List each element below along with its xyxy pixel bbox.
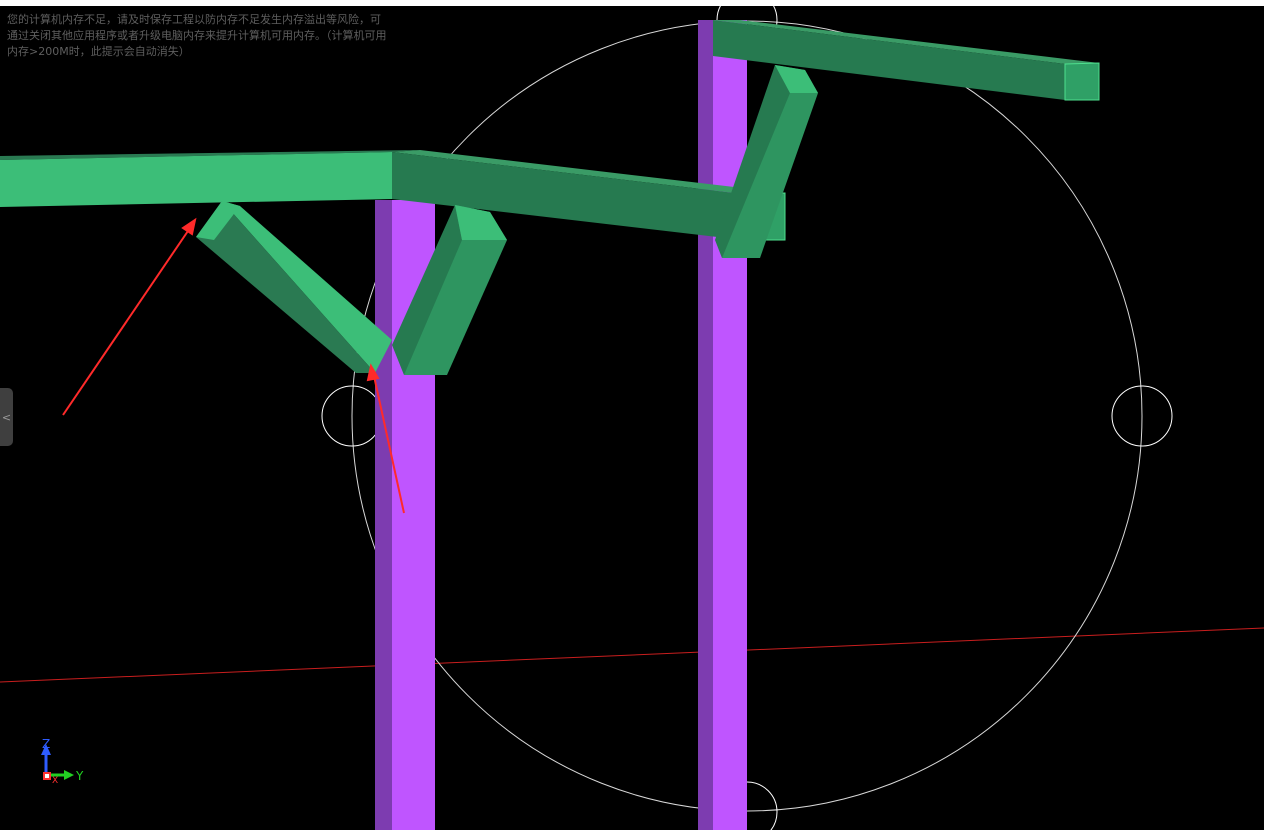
- memory-warning-notice: 您的计算机内存不足，请及时保存工程以防内存不足发生内存溢出等风险，可通过关闭其他…: [7, 13, 387, 58]
- brace-left-diagonal[interactable]: [196, 201, 392, 373]
- annotation-arrow-upper: [62, 217, 197, 416]
- beam-left[interactable]: [0, 150, 420, 207]
- side-panel-toggle[interactable]: <: [0, 388, 13, 446]
- column-right[interactable]: [698, 20, 747, 830]
- axis-z-label: Z: [42, 737, 50, 751]
- chevron-left-icon: <: [1, 410, 12, 424]
- 3d-viewport[interactable]: Z Y X: [0, 6, 1264, 830]
- axis-triad: Z Y X: [41, 737, 84, 786]
- axis-x-label: X: [52, 776, 58, 786]
- axis-y-label: Y: [75, 769, 84, 783]
